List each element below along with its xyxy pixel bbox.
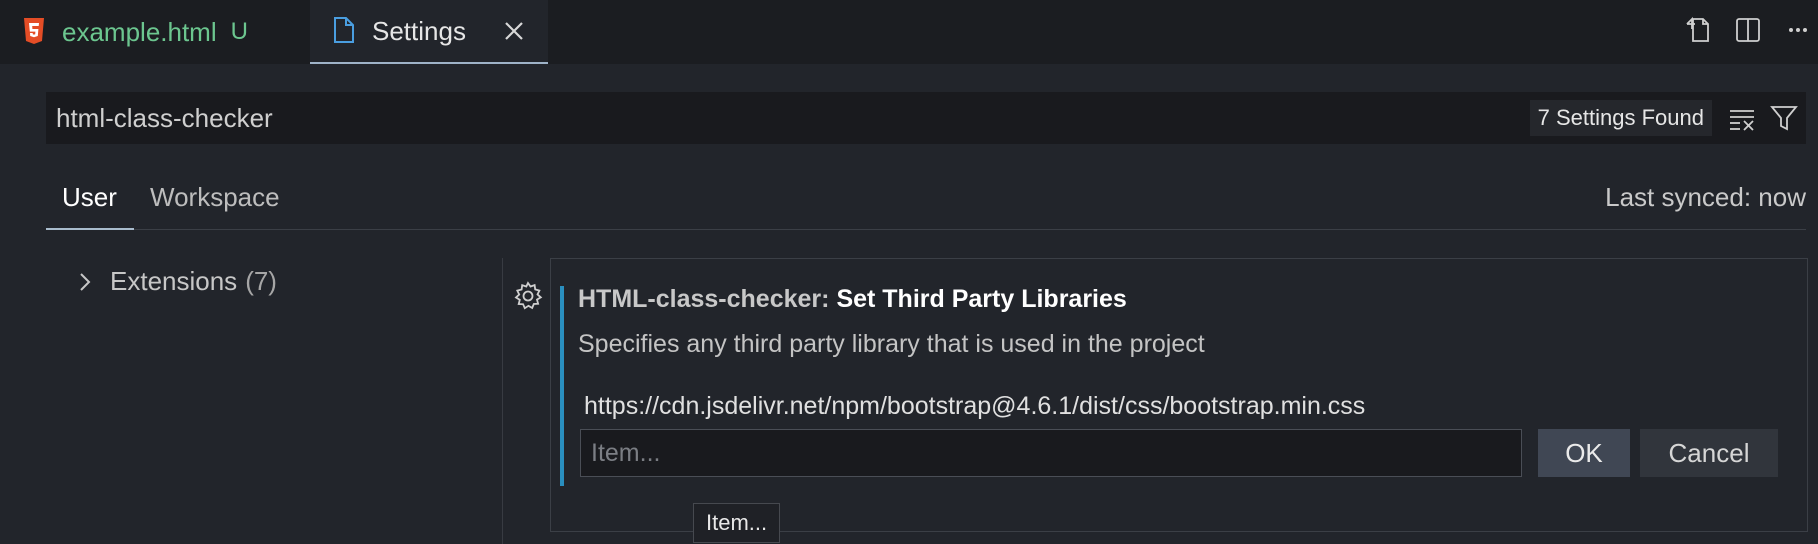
list-item[interactable]: https://cdn.jsdelivr.net/npm/bootstrap@4… bbox=[584, 392, 1365, 421]
item-input[interactable] bbox=[580, 429, 1522, 477]
tab-label: example.html bbox=[62, 16, 217, 47]
toc-divider bbox=[502, 258, 503, 544]
close-icon[interactable] bbox=[500, 17, 528, 45]
tab-user[interactable]: User bbox=[46, 170, 134, 230]
more-actions-icon[interactable] bbox=[1778, 10, 1818, 50]
settings-search-bar: 7 Settings Found bbox=[46, 92, 1806, 144]
gear-icon[interactable] bbox=[512, 280, 544, 312]
file-icon bbox=[332, 16, 358, 46]
chevron-right-icon bbox=[80, 272, 91, 291]
editor-tab-bar: example.html U Settings bbox=[0, 0, 1818, 64]
tab-example-html[interactable]: example.html U bbox=[0, 0, 310, 64]
focus-indicator bbox=[560, 286, 564, 486]
toc-item-count: (7) bbox=[245, 266, 277, 296]
editor-actions bbox=[1668, 10, 1818, 50]
setting-name: Set Third Party Libraries bbox=[836, 285, 1127, 313]
last-synced-label: Last synced: now bbox=[1605, 182, 1806, 212]
input-tooltip: Item... bbox=[693, 503, 781, 543]
cancel-button[interactable]: Cancel bbox=[1640, 429, 1778, 477]
clear-filter-icon[interactable] bbox=[1722, 98, 1762, 138]
setting-description: Specifies any third party library that i… bbox=[578, 330, 1205, 358]
toc-item-extensions[interactable]: Extensions (7) bbox=[74, 266, 277, 297]
html5-icon bbox=[22, 17, 48, 47]
open-settings-json-icon[interactable] bbox=[1678, 10, 1718, 50]
tab-settings[interactable]: Settings bbox=[310, 0, 548, 64]
results-count-badge: 7 Settings Found bbox=[1529, 100, 1712, 136]
untracked-badge: U bbox=[230, 18, 248, 45]
ok-button[interactable]: OK bbox=[1538, 429, 1630, 477]
split-editor-icon[interactable] bbox=[1728, 10, 1768, 50]
toc-item-label: Extensions bbox=[110, 266, 238, 296]
settings-search-input[interactable] bbox=[46, 92, 1530, 144]
tab-label: Settings bbox=[372, 15, 466, 46]
setting-category: HTML-class-checker: bbox=[578, 285, 837, 313]
settings-editor: example.html U Settings html-class-check… bbox=[0, 0, 1818, 544]
settings-scope-tabs: User Workspace Last synced: now bbox=[46, 170, 1806, 230]
setting-title: HTML-class-checker: Set Third Party Libr… bbox=[578, 285, 1127, 314]
filter-icon[interactable] bbox=[1764, 98, 1804, 138]
tab-workspace[interactable]: Workspace bbox=[150, 170, 280, 230]
settings-toc: Extensions (7) bbox=[0, 260, 500, 544]
